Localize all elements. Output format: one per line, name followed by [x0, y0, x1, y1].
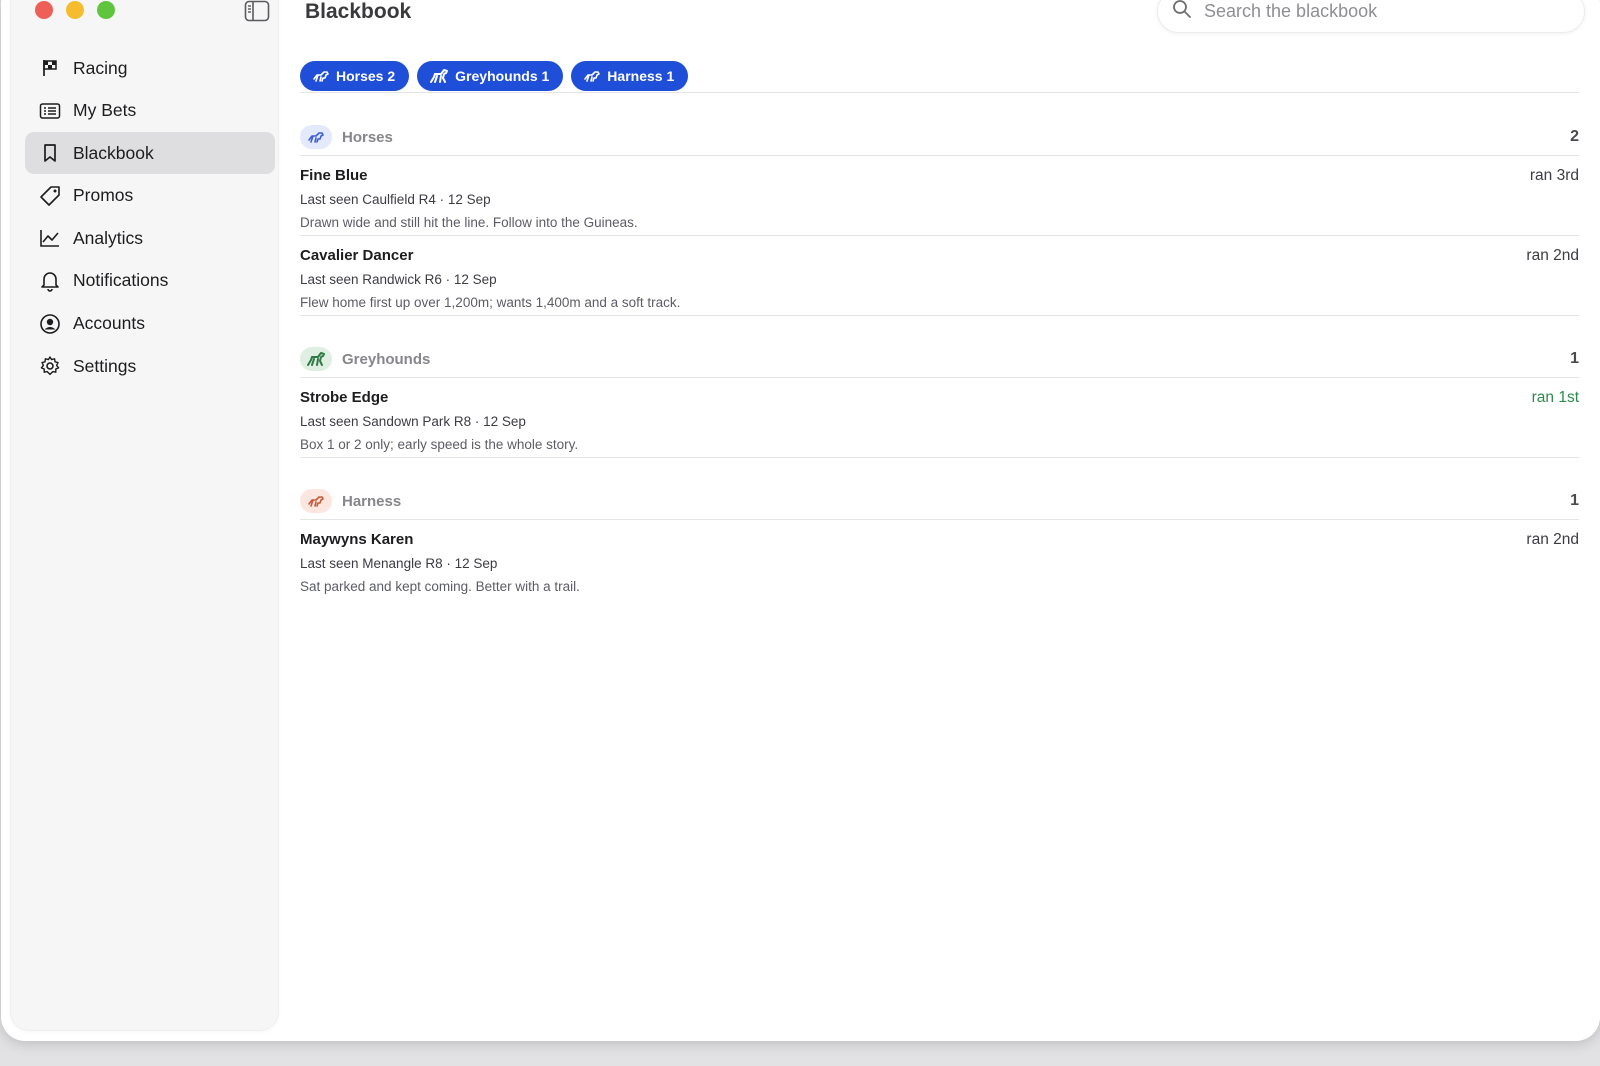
sidebar-toggle-icon[interactable]: [244, 0, 270, 22]
divider: [300, 457, 1579, 458]
chart-icon: [39, 227, 61, 249]
flag-icon: [39, 57, 61, 79]
search-bar[interactable]: [1157, 0, 1585, 33]
section-title: Greyhounds: [342, 350, 431, 368]
bell-icon: [39, 270, 61, 292]
bookmark-icon: [39, 142, 61, 164]
sidebar-item-label: Racing: [73, 57, 128, 78]
runner-note: Flew home first up over 1,200m; wants 1,…: [300, 295, 681, 310]
filter-chip-greyhounds[interactable]: Greyhounds 1: [417, 61, 564, 91]
runner-last-seen: Last seen Caulfield R4 · 12 Sep: [300, 192, 491, 207]
list-item[interactable]: Strobe Edge Last seen Sandown Park R8 · …: [300, 389, 1579, 452]
sidebar-item-label: Notifications: [73, 270, 169, 291]
list-item[interactable]: Fine Blue Last seen Caulfield R4 · 12 Se…: [300, 167, 1579, 230]
sidebar-item-label: Blackbook: [73, 142, 154, 163]
greyhound-icon: [300, 347, 332, 371]
section-title: Harness: [342, 492, 402, 510]
minimize-window-button[interactable]: [66, 1, 84, 19]
section-count: 1: [1570, 492, 1579, 509]
tag-icon: [39, 185, 61, 207]
runner-name: Cavalier Dancer: [300, 247, 414, 264]
divider: [300, 155, 1579, 156]
runner-note: Sat parked and kept coming. Better with …: [300, 579, 580, 594]
divider: [300, 315, 1579, 316]
sidebar-item-my-bets[interactable]: My Bets: [25, 90, 275, 132]
runner-note: Box 1 or 2 only; early speed is the whol…: [300, 437, 579, 452]
runner-last-seen: Last seen Sandown Park R8 · 12 Sep: [300, 414, 526, 429]
zoom-window-button[interactable]: [97, 1, 115, 19]
user-circle-icon: [39, 313, 61, 335]
section-header-greyhounds: Greyhounds 1: [300, 341, 1579, 377]
list-icon: [39, 100, 61, 122]
sidebar-item-racing[interactable]: Racing: [25, 47, 275, 89]
runner-last-seen: Last seen Randwick R6 · 12 Sep: [300, 272, 497, 287]
filter-chip-label: Horses 2: [336, 68, 396, 84]
search-input[interactable]: [1202, 0, 1566, 23]
close-window-button[interactable]: [35, 1, 53, 19]
filter-chip-label: Greyhounds 1: [455, 68, 550, 84]
sidebar: Racing My Bets Blackbook Promos Analytic…: [11, 0, 278, 1030]
sidebar-item-label: Analytics: [73, 227, 144, 248]
section-title: Horses: [342, 128, 393, 146]
harness-icon: [300, 489, 332, 513]
divider: [300, 235, 1579, 236]
filter-chips: Horses 2 Greyhounds 1 Harness 1: [300, 61, 689, 91]
runner-result: ran 1st: [1531, 389, 1579, 406]
filter-chip-label: Harness 1: [607, 68, 675, 84]
horse-icon: [312, 69, 330, 83]
runner-name: Strobe Edge: [300, 389, 389, 406]
section-header-horses: Horses 2: [300, 119, 1579, 155]
sidebar-item-blackbook[interactable]: Blackbook: [25, 132, 275, 175]
search-icon: [1172, 0, 1192, 24]
sidebar-item-analytics[interactable]: Analytics: [25, 217, 275, 259]
divider: [300, 377, 1579, 378]
filter-chip-harness[interactable]: Harness 1: [571, 61, 689, 91]
sidebar-item-label: Accounts: [73, 313, 145, 334]
list-item[interactable]: Maywyns Karen Last seen Menangle R8 · 12…: [300, 531, 1579, 594]
sidebar-nav: Racing My Bets Blackbook Promos Analytic…: [25, 47, 275, 388]
list-item[interactable]: Cavalier Dancer Last seen Randwick R6 · …: [300, 247, 1579, 310]
sidebar-item-label: Promos: [73, 185, 134, 206]
sidebar-item-settings[interactable]: Settings: [25, 345, 275, 387]
sidebar-item-label: My Bets: [73, 100, 137, 121]
sidebar-item-label: Settings: [73, 355, 137, 376]
runner-result: ran 3rd: [1529, 167, 1579, 184]
main-content: Blackbook Horses 2 Greyhounds 1: [279, 0, 1600, 1041]
filter-chip-horses[interactable]: Horses 2: [300, 61, 410, 91]
greyhound-icon: [429, 68, 449, 84]
section-count: 1: [1570, 350, 1579, 367]
horse-icon: [300, 125, 332, 149]
gear-icon: [39, 355, 61, 377]
sidebar-item-notifications[interactable]: Notifications: [25, 260, 275, 302]
runner-result: ran 2nd: [1526, 247, 1579, 264]
app-window: Racing My Bets Blackbook Promos Analytic…: [1, 0, 1600, 1041]
harness-icon: [583, 69, 601, 83]
sidebar-item-promos[interactable]: Promos: [25, 175, 275, 217]
divider: [300, 92, 1579, 93]
runner-name: Fine Blue: [300, 167, 368, 184]
runner-name: Maywyns Karen: [300, 531, 414, 548]
sidebar-item-accounts[interactable]: Accounts: [25, 303, 275, 345]
divider: [300, 519, 1579, 520]
runner-result: ran 2nd: [1526, 531, 1579, 548]
page-title: Blackbook: [305, 0, 412, 23]
runner-last-seen: Last seen Menangle R8 · 12 Sep: [300, 556, 498, 571]
section-count: 2: [1570, 128, 1579, 145]
section-header-harness: Harness 1: [300, 483, 1579, 519]
runner-note: Drawn wide and still hit the line. Follo…: [300, 215, 638, 230]
